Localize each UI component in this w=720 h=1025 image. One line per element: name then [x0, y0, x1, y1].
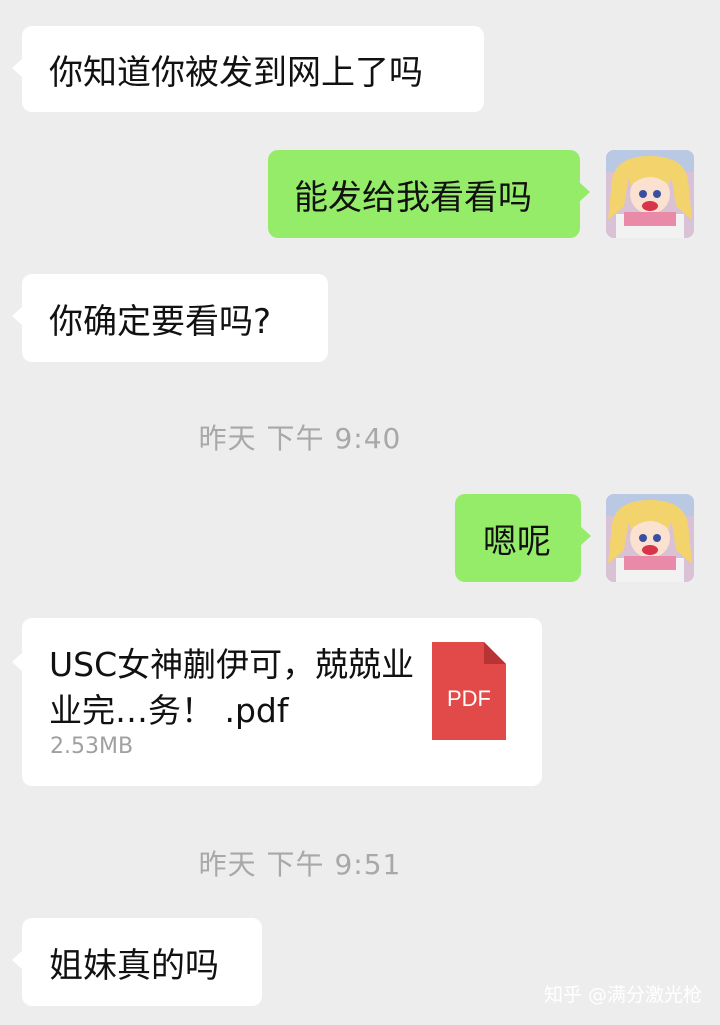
watermark: 知乎 @满分激光枪	[543, 984, 702, 1006]
bubble-tail	[579, 182, 590, 202]
message-text: 姐妹真的吗	[49, 945, 219, 986]
anime-girl-avatar-icon	[606, 150, 694, 238]
bubble-tail	[12, 950, 23, 970]
anime-girl-avatar-icon	[606, 494, 694, 582]
message-text: 嗯呢	[483, 521, 551, 562]
sent-message-bubble[interactable]: 嗯呢	[455, 494, 591, 582]
received-message-bubble[interactable]: 你确定要看吗?	[12, 274, 328, 362]
bubble-tail	[580, 526, 591, 546]
bubble-tail	[12, 58, 23, 78]
message-text: 能发给我看看吗	[294, 177, 532, 218]
file-size: 2.53MB	[50, 734, 134, 759]
message-text: 你确定要看吗?	[49, 301, 272, 342]
received-message-bubble[interactable]: 姐妹真的吗	[12, 918, 262, 1006]
bubble-tail	[12, 652, 23, 672]
message-text: 你知道你被发到网上了吗	[49, 52, 423, 93]
pdf-icon-label: PDF	[447, 686, 491, 711]
timestamp: 昨天 下午 9:40	[198, 422, 402, 455]
user-avatar[interactable]	[606, 494, 694, 582]
file-message-card[interactable]: USC女神蒯伊可，兢兢业业完…务！ .pdf 2.53MB PDF	[12, 618, 542, 786]
file-name: USC女神蒯伊可，兢兢业业完…务！ .pdf	[49, 645, 415, 730]
bubble-tail	[12, 306, 23, 326]
pdf-file-icon: PDF	[432, 642, 506, 740]
sent-message-bubble[interactable]: 能发给我看看吗	[268, 150, 590, 238]
received-message-bubble[interactable]: 你知道你被发到网上了吗	[12, 26, 484, 112]
user-avatar[interactable]	[606, 150, 694, 238]
timestamp: 昨天 下午 9:51	[198, 848, 402, 881]
